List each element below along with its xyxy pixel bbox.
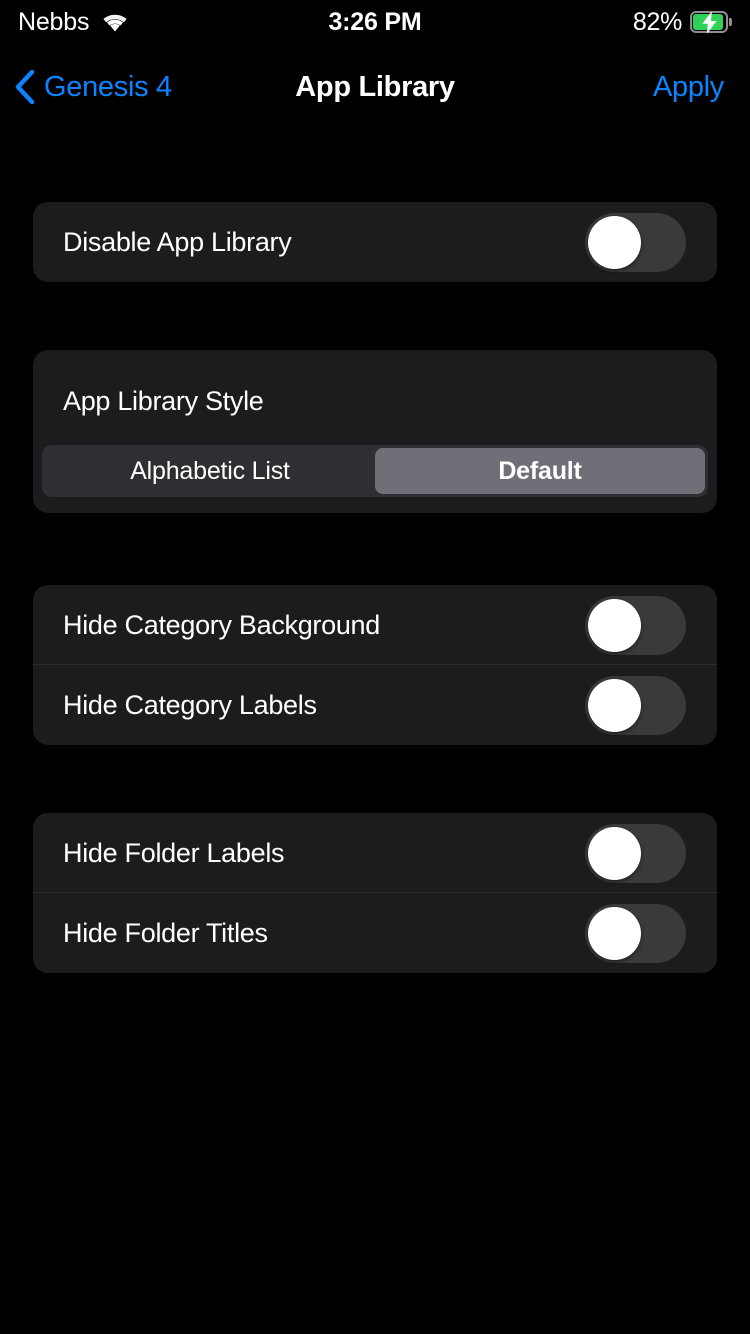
toggle-disable-app-library[interactable] xyxy=(585,212,686,272)
row-label-hide-folder-titles: Hide Folder Titles xyxy=(63,917,268,948)
row-hide-category-background[interactable]: Hide Category Background xyxy=(33,585,717,665)
status-bar-right: 82% xyxy=(633,8,732,37)
row-label-hide-category-background: Hide Category Background xyxy=(63,609,380,640)
toggle-knob xyxy=(588,826,641,880)
settings-content: Disable App Library App Library Style Al… xyxy=(0,119,750,973)
back-button-label: Genesis 4 xyxy=(44,70,172,103)
status-bar-left: Nebbs xyxy=(18,8,130,37)
apply-button[interactable]: Apply xyxy=(653,55,724,119)
toggle-hide-category-labels[interactable] xyxy=(585,675,686,735)
clock-label: 3:26 PM xyxy=(328,7,422,36)
status-bar: Nebbs 3:26 PM 82% xyxy=(0,0,750,44)
app-library-style-segmented-control[interactable]: Alphabetic List Default xyxy=(42,445,708,497)
carrier-label: Nebbs xyxy=(18,7,90,36)
toggle-hide-folder-labels[interactable] xyxy=(585,823,686,883)
folder-options-group: Hide Folder Labels Hide Folder Titles xyxy=(33,813,717,973)
row-hide-category-labels[interactable]: Hide Category Labels xyxy=(33,665,717,745)
battery-charging-icon xyxy=(690,11,732,33)
segmented-control-wrapper: Alphabetic List Default xyxy=(33,417,717,513)
app-library-settings-screen: Nebbs 3:26 PM 82% Genesis 4 App Library … xyxy=(0,0,750,1334)
row-label-disable-app-library: Disable App Library xyxy=(63,226,292,257)
row-label-hide-category-labels: Hide Category Labels xyxy=(63,689,317,720)
navigation-bar: Genesis 4 App Library Apply xyxy=(0,55,750,119)
row-label-hide-folder-labels: Hide Folder Labels xyxy=(63,837,285,868)
segment-alphabetic-list[interactable]: Alphabetic List xyxy=(45,448,375,494)
toggle-knob xyxy=(588,215,641,269)
battery-percent-label: 82% xyxy=(632,7,682,36)
category-options-group: Hide Category Background Hide Category L… xyxy=(33,585,717,745)
toggle-hide-folder-titles[interactable] xyxy=(585,903,686,963)
toggle-knob xyxy=(588,678,641,732)
back-button[interactable]: Genesis 4 xyxy=(14,55,172,119)
app-library-style-title: App Library Style xyxy=(63,386,264,416)
battery-cap xyxy=(729,18,732,26)
segment-default[interactable]: Default xyxy=(375,448,705,494)
row-disable-app-library[interactable]: Disable App Library xyxy=(33,202,717,282)
lightning-bolt-icon xyxy=(702,12,717,33)
wifi-icon-svg xyxy=(103,14,127,32)
chevron-left-icon xyxy=(15,70,35,104)
toggle-hide-category-background[interactable] xyxy=(585,595,686,655)
row-hide-folder-labels[interactable]: Hide Folder Labels xyxy=(33,813,717,893)
app-library-style-group: App Library Style Alphabetic List Defaul… xyxy=(33,350,717,513)
disable-app-library-group: Disable App Library xyxy=(33,202,717,282)
wifi-icon xyxy=(100,11,130,33)
toggle-knob xyxy=(588,598,641,652)
spacer-top xyxy=(0,119,750,202)
toggle-knob xyxy=(588,906,641,960)
row-hide-folder-titles[interactable]: Hide Folder Titles xyxy=(33,893,717,973)
